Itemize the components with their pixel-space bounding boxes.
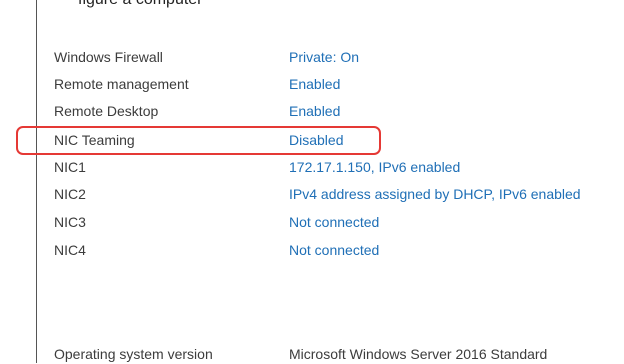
row-nic2: NIC2 IPv4 address assigned by DHCP, IPv6… — [0, 184, 624, 204]
label-nic4: NIC4 — [54, 242, 86, 258]
row-os-version: Operating system version Microsoft Windo… — [0, 344, 624, 364]
value-nic1-link[interactable]: 172.17.1.150, IPv6 enabled — [289, 157, 460, 177]
label-nic3: NIC3 — [54, 214, 86, 230]
value-windows-firewall-link[interactable]: Private: On — [289, 47, 359, 67]
value-nic-teaming-link[interactable]: Disabled — [289, 130, 343, 150]
label-os-version: Operating system version — [54, 346, 213, 362]
value-remote-desktop-link[interactable]: Enabled — [289, 101, 340, 121]
row-windows-firewall: Windows Firewall Private: On — [0, 47, 624, 67]
value-nic4-link[interactable]: Not connected — [289, 240, 379, 260]
row-remote-management: Remote management Enabled — [0, 74, 624, 94]
value-nic2-link[interactable]: IPv4 address assigned by DHCP, IPv6 enab… — [289, 184, 581, 204]
label-nic2: NIC2 — [54, 186, 86, 202]
label-remote-management: Remote management — [54, 76, 189, 92]
label-remote-desktop: Remote Desktop — [54, 103, 159, 119]
row-nic-teaming: NIC Teaming Disabled — [0, 130, 624, 150]
value-os-version: Microsoft Windows Server 2016 Standard — [289, 346, 548, 362]
row-nic4: NIC4 Not connected — [0, 240, 624, 260]
properties-panel: Windows Firewall Private: On Remote mana… — [0, 0, 624, 363]
row-remote-desktop: Remote Desktop Enabled — [0, 101, 624, 121]
value-nic3-link[interactable]: Not connected — [289, 212, 379, 232]
row-nic3: NIC3 Not connected — [0, 212, 624, 232]
row-nic1: NIC1 172.17.1.150, IPv6 enabled — [0, 157, 624, 177]
label-windows-firewall: Windows Firewall — [54, 49, 163, 65]
label-nic1: NIC1 — [54, 159, 86, 175]
label-nic-teaming: NIC Teaming — [54, 132, 135, 148]
value-remote-management-link[interactable]: Enabled — [289, 74, 340, 94]
